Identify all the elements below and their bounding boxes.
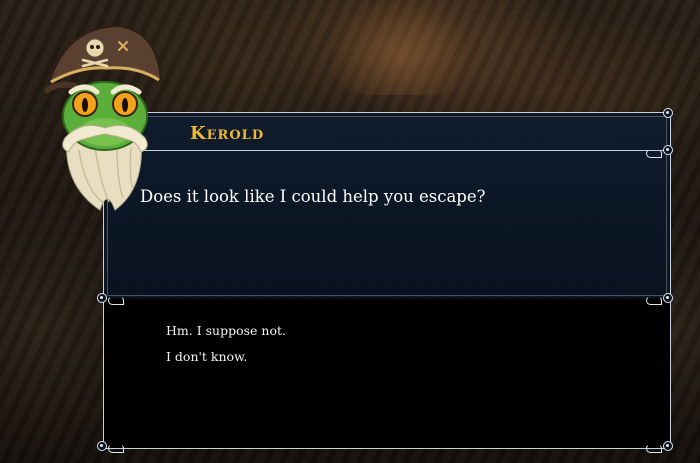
speaker-name: Kerold (190, 123, 265, 144)
frame-ornament-icon (97, 293, 107, 303)
frame-swirl-icon (108, 296, 124, 305)
response-option-2[interactable]: I don't know. (166, 349, 247, 364)
speech-text: Does it look like I could help you escap… (140, 187, 486, 206)
frame-ornament-icon (663, 441, 673, 451)
kerold-portrait-icon (45, 24, 163, 211)
frame-swirl-icon (646, 444, 662, 453)
dialog-response-panel: Hm. I suppose not. I don't know. (103, 298, 671, 449)
dialog-speech-panel: Kerold Does it look like I could help yo… (103, 112, 671, 300)
frame-swirl-icon (646, 296, 662, 305)
frame-ornament-icon (663, 108, 673, 118)
frame-ornament-icon (97, 441, 107, 451)
frame-ornament-icon (663, 293, 673, 303)
name-divider (104, 150, 670, 151)
frame-swirl-icon (646, 149, 662, 158)
frame-swirl-icon (108, 444, 124, 453)
response-option-1[interactable]: Hm. I suppose not. (166, 323, 286, 338)
background-character-silhouette (330, 0, 470, 95)
frame-ornament-icon (663, 145, 673, 155)
